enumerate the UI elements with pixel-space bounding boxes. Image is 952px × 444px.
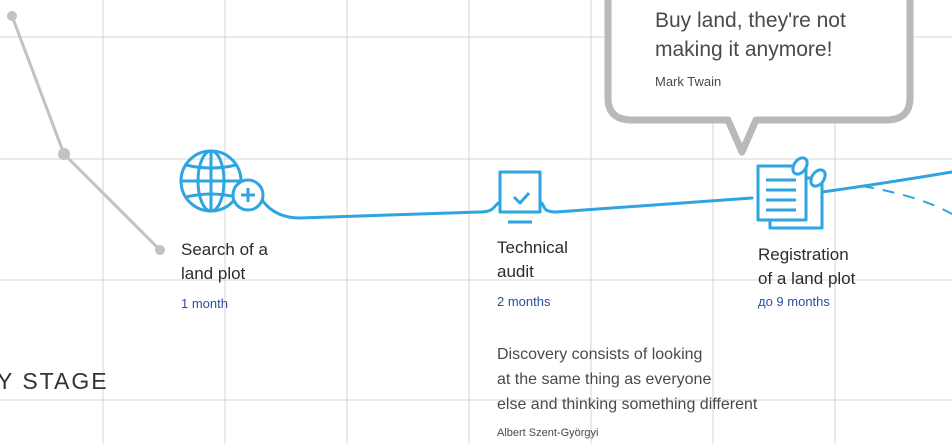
step-title-line: Registration xyxy=(758,245,849,264)
discovery-quote: Discovery consists of looking at the sam… xyxy=(497,342,757,417)
timeline-path-3 xyxy=(820,170,952,194)
connector-node-top xyxy=(7,11,17,21)
step-title-line: Technical xyxy=(497,238,568,257)
step-title-registration: Registration of a land plot xyxy=(758,243,855,291)
step-title-line: audit xyxy=(497,262,534,281)
step-duration-audit: 2 months xyxy=(497,294,551,309)
timeline-future-dashed xyxy=(861,185,952,215)
connector-node-end xyxy=(155,245,165,255)
registration-documents-icon xyxy=(756,156,827,230)
step-duration-registration: до 9 months xyxy=(758,294,830,309)
globe-search-icon xyxy=(179,149,265,213)
step-title-search: Search of a land plot xyxy=(181,238,268,286)
timeline-diagram xyxy=(0,0,952,444)
stage-label: Y STAGE xyxy=(0,368,109,394)
audit-document-icon xyxy=(498,170,542,224)
bubble-author: Mark Twain xyxy=(655,74,722,89)
bubble-quote-line: Buy land, they're not xyxy=(655,9,846,32)
timeline-path-2 xyxy=(538,196,754,214)
step-title-line: Search of a xyxy=(181,240,268,259)
bubble-quote-line: making it anymore! xyxy=(655,38,833,61)
step-title-line: of a land plot xyxy=(758,269,856,288)
timeline-path xyxy=(260,198,502,220)
bubble-quote: Buy land, they're not making it anymore! xyxy=(655,6,846,64)
step-duration-search: 1 month xyxy=(181,296,228,311)
discovery-quote-line: else and thinking something different xyxy=(497,396,758,413)
step-title-line: land plot xyxy=(181,264,246,283)
previous-stage-connector xyxy=(7,11,165,255)
discovery-quote-line: Discovery consists of looking xyxy=(497,346,703,363)
discovery-quote-line: at the same thing as everyone xyxy=(497,371,712,388)
step-title-audit: Technical audit xyxy=(497,236,568,284)
discovery-quote-author: Albert Szent-Györgyi xyxy=(497,427,599,439)
connector-node-middle xyxy=(58,148,70,160)
